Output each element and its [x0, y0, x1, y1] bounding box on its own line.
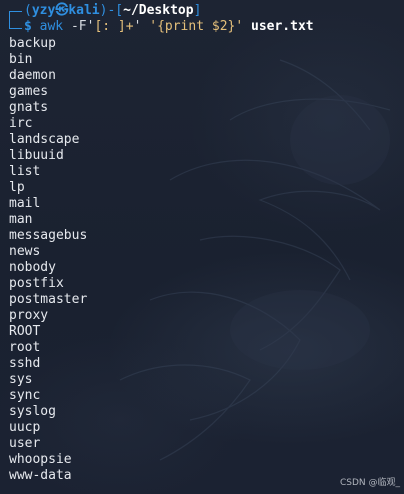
output-line: postfix — [9, 276, 64, 291]
output-line: syslog — [9, 404, 56, 419]
output-line: uucp — [9, 420, 41, 435]
output-line: postmaster — [9, 292, 88, 307]
csdn-watermark: CSDN @临观_ — [339, 478, 400, 488]
output-line: news — [9, 244, 41, 259]
command-program-text: '{print $2}' — [149, 19, 244, 34]
command-file: user.txt — [251, 19, 314, 34]
output-line: gnats — [9, 100, 49, 115]
output-line: daemon — [9, 68, 56, 83]
command-program: awk — [39, 19, 64, 34]
command-flag-value: [: ]+ — [94, 19, 134, 34]
prompt-dollar: $ — [24, 19, 32, 34]
output-line: www-data — [9, 468, 72, 483]
output-line: ROOT — [9, 324, 41, 339]
output-line: messagebus — [9, 228, 88, 243]
prompt-at-symbol: ㉿ — [55, 3, 69, 18]
prompt-open-bracket: [ — [115, 3, 124, 18]
terminal-window[interactable]: (yzy㉿kali)-[~/Desktop] $ awk -F'[: ]+' '… — [0, 0, 404, 494]
command-flag-prefix: -F' — [70, 19, 95, 34]
output-line: sshd — [9, 356, 41, 371]
output-line: lp — [9, 180, 25, 195]
output-line: sys — [9, 372, 33, 387]
output-line: libuuid — [9, 148, 64, 163]
prompt-cwd: ~/Desktop — [123, 3, 194, 18]
output-line: sync — [9, 388, 41, 403]
prompt-hostname: kali — [68, 3, 100, 18]
prompt-open-paren: ( — [24, 3, 32, 18]
output-line: mail — [9, 196, 41, 211]
output-line: man — [9, 212, 33, 227]
prompt-line: (yzy㉿kali)-[~/Desktop] — [9, 3, 201, 19]
output-line: irc — [9, 116, 33, 131]
prompt-username: yzy — [31, 3, 56, 18]
output-line: nobody — [9, 260, 56, 275]
command-output: backup bin daemon games gnats irc landscape lib… — [9, 36, 87, 484]
output-line: user — [9, 436, 41, 451]
output-line: root — [9, 340, 41, 355]
command-line[interactable]: $ awk -F'[: ]+' '{print $2}' user.txt — [9, 19, 314, 35]
output-line: proxy — [9, 308, 49, 323]
output-line: backup — [9, 36, 56, 51]
output-line: whoopsie — [9, 452, 72, 467]
output-line: list — [9, 164, 41, 179]
output-line: games — [9, 84, 49, 99]
output-line: landscape — [9, 132, 80, 147]
prompt-close-bracket: ] — [193, 3, 202, 18]
output-line: bin — [9, 52, 33, 67]
